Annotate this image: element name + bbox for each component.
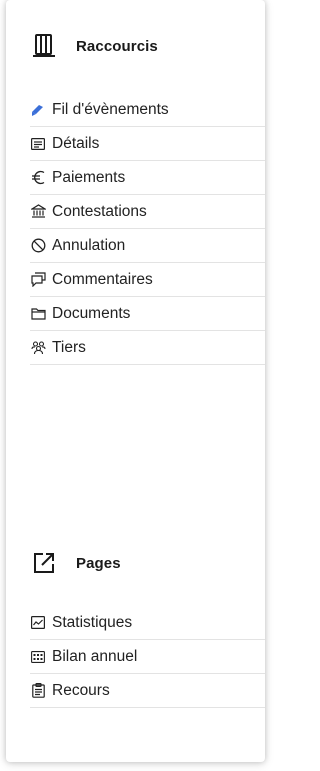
- courthouse-icon: [30, 204, 46, 220]
- pages-header: Pages: [30, 547, 121, 579]
- shortcut-label: Annulation: [52, 236, 126, 254]
- pencil-icon: [30, 102, 46, 118]
- shortcut-label: Paiements: [52, 168, 126, 186]
- shortcut-label: Fil d'évènements: [52, 100, 169, 118]
- shortcuts-panel: Raccourcis Fil d'évènements Détails Paie…: [6, 0, 265, 762]
- page-label: Bilan annuel: [52, 647, 138, 665]
- page-statistics[interactable]: Statistiques: [30, 606, 265, 640]
- ledger-book-icon: [30, 32, 58, 60]
- shortcut-payments[interactable]: Paiements: [30, 161, 265, 195]
- shortcut-documents[interactable]: Documents: [30, 297, 265, 331]
- page-annual-report[interactable]: Bilan annuel: [30, 640, 265, 674]
- shortcut-event-feed[interactable]: Fil d'évènements: [30, 93, 265, 127]
- shortcuts-list: Fil d'évènements Détails Paiements Conte…: [30, 93, 265, 365]
- external-link-icon: [30, 549, 58, 577]
- shortcut-label: Détails: [52, 134, 100, 152]
- pages-list: Statistiques Bilan annuel Recours: [30, 606, 265, 708]
- shortcuts-header: Raccourcis: [30, 30, 158, 62]
- pages-title: Pages: [76, 554, 121, 572]
- shortcut-disputes[interactable]: Contestations: [30, 195, 265, 229]
- cancel-icon: [30, 238, 46, 254]
- shortcut-label: Contestations: [52, 202, 147, 220]
- details-card-icon: [30, 136, 46, 152]
- page-label: Recours: [52, 681, 110, 699]
- shortcut-cancellation[interactable]: Annulation: [30, 229, 265, 263]
- calculator-icon: [30, 649, 46, 665]
- shortcut-third-parties[interactable]: Tiers: [30, 331, 265, 365]
- page-appeals[interactable]: Recours: [30, 674, 265, 708]
- shortcut-details[interactable]: Détails: [30, 127, 265, 161]
- chart-icon: [30, 615, 46, 631]
- shortcut-comments[interactable]: Commentaires: [30, 263, 265, 297]
- folder-icon: [30, 306, 46, 322]
- clipboard-icon: [30, 683, 46, 699]
- shortcut-label: Documents: [52, 304, 131, 322]
- comments-icon: [30, 272, 46, 288]
- shortcut-label: Tiers: [52, 338, 86, 356]
- page-label: Statistiques: [52, 613, 133, 631]
- euro-icon: [30, 170, 46, 186]
- people-icon: [30, 340, 46, 356]
- shortcut-label: Commentaires: [52, 270, 153, 288]
- shortcuts-title: Raccourcis: [76, 37, 158, 55]
